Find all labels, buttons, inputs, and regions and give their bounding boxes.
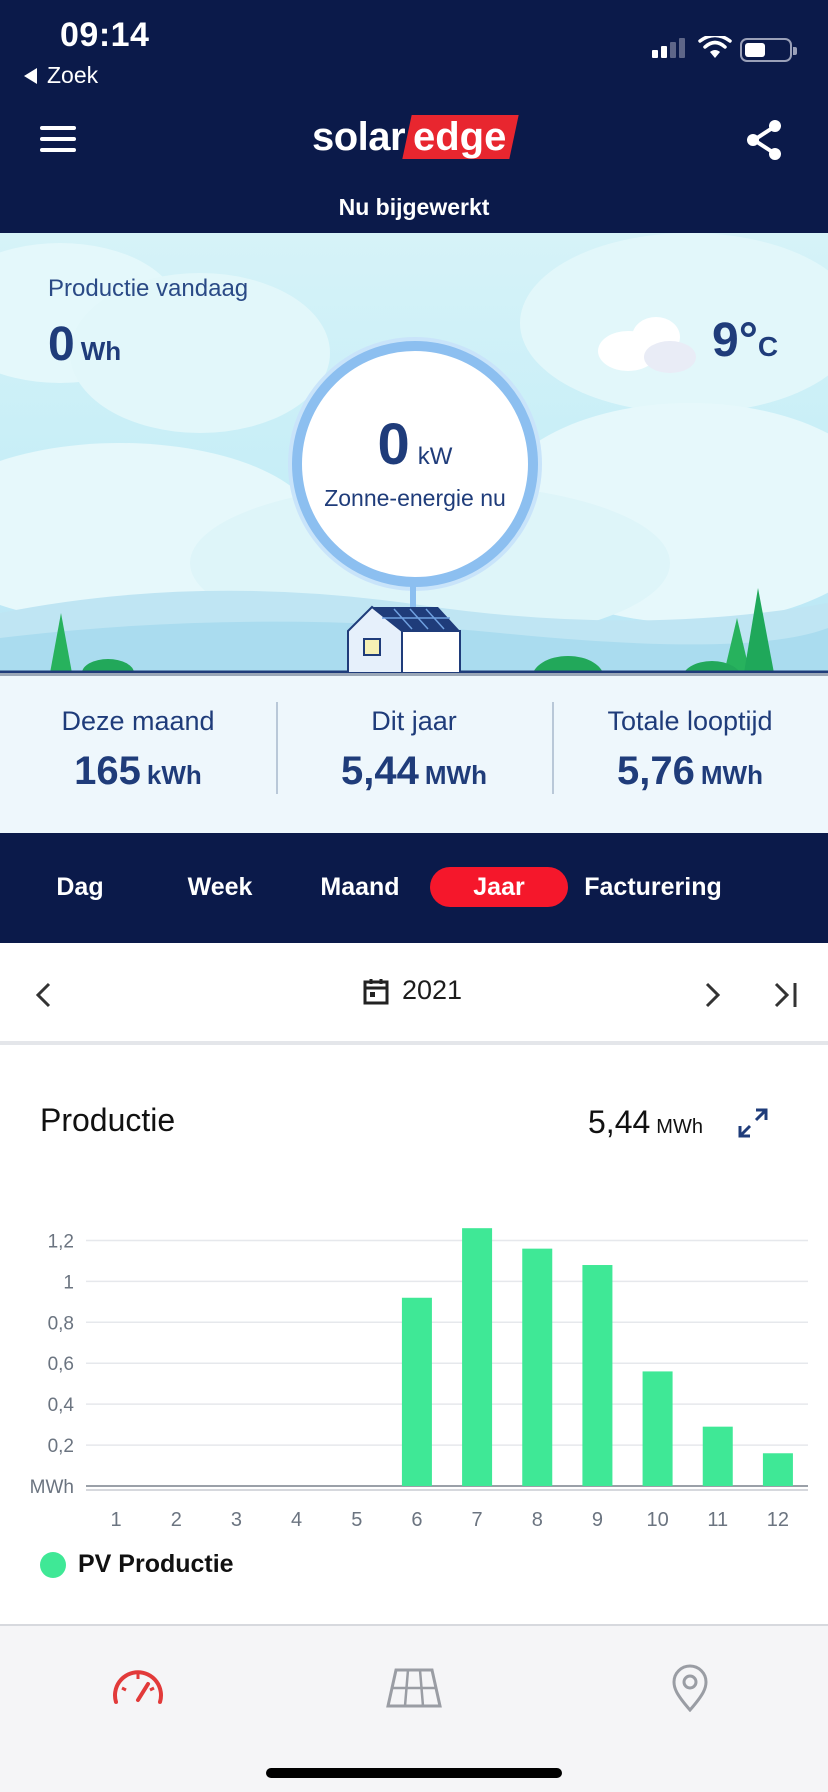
expand-icon[interactable] [736, 1106, 770, 1140]
speedometer-icon[interactable] [110, 1662, 166, 1712]
legend-label: PV Productie [78, 1550, 234, 1578]
battery-icon [740, 38, 797, 62]
x-tick-label: 6 [411, 1509, 422, 1531]
production-today-label: Productie vandaag [48, 275, 249, 302]
hamburger-menu-icon[interactable] [40, 126, 76, 152]
y-tick-label: 0,4 [48, 1395, 75, 1416]
solar-now-value: 0 [377, 412, 410, 477]
x-tick-label: 7 [472, 1509, 483, 1531]
chart-total: 5,44 MWh [588, 1104, 703, 1140]
period-picker[interactable]: 2021 [362, 975, 462, 1006]
chevron-right-icon[interactable] [700, 981, 724, 1009]
stat-lifetime: Totale looptijd 5,76 MWh [552, 676, 828, 833]
x-tick-label: 9 [592, 1509, 603, 1531]
solaredge-logo: solar edge [312, 112, 520, 162]
y-tick-label: 0,2 [48, 1436, 74, 1457]
back-arrow-icon [24, 67, 37, 84]
x-tick-label: 11 [707, 1509, 728, 1531]
bar-month-11 [702, 1426, 733, 1486]
bar-month-8 [522, 1248, 553, 1486]
bar-month-7 [462, 1228, 493, 1486]
house-with-solar-panels-icon [347, 605, 461, 673]
period-navigator: 2021 [0, 943, 828, 1045]
bar-month-6 [401, 1297, 432, 1486]
y-tick-label: 0,6 [48, 1354, 74, 1375]
legend-color-dot [40, 1551, 66, 1578]
production-today-value: 0 Wh [48, 318, 122, 371]
stat-this-month: Deze maand 165 kWh [61, 706, 215, 793]
tab-day[interactable]: Dag [30, 867, 130, 907]
bar-month-10 [642, 1371, 673, 1486]
period-tabs: Dag Week Maand Jaar Facturering [0, 833, 828, 943]
y-tick-label: MWh [30, 1477, 74, 1498]
x-tick-label: 10 [646, 1509, 668, 1531]
location-pin-icon[interactable] [662, 1662, 718, 1712]
y-tick-label: 0,8 [48, 1313, 74, 1334]
y-tick-label: 1,2 [48, 1231, 74, 1252]
x-tick-label: 3 [231, 1509, 242, 1531]
solar-now-label: Zonne-energie nu [324, 485, 506, 511]
back-to-search-link[interactable]: Zoek [24, 62, 98, 89]
stat-this-year: Dit jaar 5,44 MWh [276, 676, 552, 833]
home-indicator[interactable] [266, 1768, 562, 1778]
app-screen: 09:14 Zoek solar edge Nu bijgewerkt Prod… [0, 0, 828, 1792]
skip-to-end-icon[interactable] [770, 981, 800, 1009]
solar-now-gauge[interactable]: 0 kW Zonne-energie nu [292, 341, 538, 587]
energy-summary: Deze maand 165 kWh Dit jaar 5,44 MWh Total… [0, 673, 828, 833]
bottom-navigation [0, 1624, 828, 1792]
x-tick-label: 2 [171, 1509, 182, 1531]
energy-hero: Productie vandaag 0 Wh 9°C 0 kW Zonne-ener… [0, 233, 828, 673]
chart-title: Productie [40, 1102, 176, 1138]
x-tick-label: 1 [111, 1509, 122, 1531]
chart-legend[interactable]: PV Productie [40, 1550, 234, 1579]
bar-month-12 [762, 1453, 793, 1486]
y-tick-label: 1 [63, 1272, 74, 1293]
x-tick-label: 5 [351, 1509, 362, 1531]
share-icon[interactable] [744, 118, 784, 162]
tab-billing[interactable]: Facturering [572, 867, 734, 907]
production-bar-chart: MWh0,20,40,60,811,21 2 3 4 5 6 7 8 9 10 11 12 [30, 1228, 808, 1531]
back-label: Zoek [47, 62, 99, 88]
cloud-icon [598, 317, 696, 373]
period-label: 2021 [402, 975, 463, 1005]
solar-now-unit: kW [417, 443, 453, 470]
last-updated-text: Nu bijgewerkt [338, 194, 490, 220]
x-tick-label: 12 [767, 1509, 789, 1531]
x-tick-label: 4 [291, 1509, 302, 1531]
x-tick-label: 8 [532, 1509, 543, 1531]
cellular-signal-icon [652, 36, 685, 58]
tab-week[interactable]: Week [160, 867, 280, 907]
calendar-icon [363, 978, 389, 1004]
bar-month-9 [582, 1265, 613, 1486]
chevron-left-icon[interactable] [32, 981, 56, 1009]
wifi-icon [698, 36, 732, 58]
tab-month[interactable]: Maand [300, 867, 420, 907]
app-header: 09:14 Zoek solar edge Nu bijgewerkt [0, 0, 828, 233]
status-time: 09:14 [60, 16, 150, 54]
solar-panel-icon[interactable] [386, 1662, 442, 1712]
tab-year[interactable]: Jaar [430, 867, 568, 907]
temperature: 9°C [712, 314, 779, 367]
